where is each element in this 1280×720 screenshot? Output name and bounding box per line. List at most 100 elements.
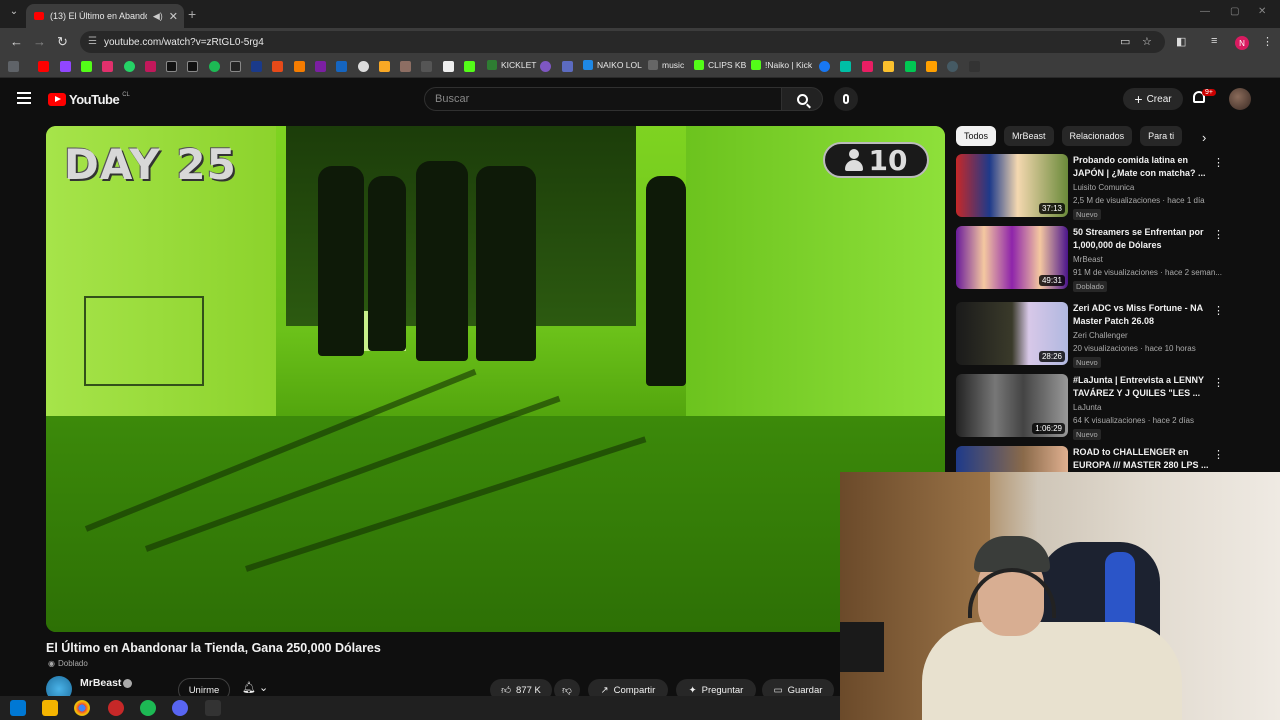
recommendation-item[interactable]: 37:13 Probando comida latina en JAPÓN | … — [956, 154, 1226, 220]
bookmark-site-icon[interactable] — [947, 61, 958, 72]
more-options-icon[interactable]: ⋮ — [1213, 376, 1224, 389]
profile-avatar[interactable]: N — [1235, 36, 1249, 50]
bookmark-steam-icon[interactable] — [230, 61, 241, 72]
recommendation-item[interactable]: 28:26 Zeri ADC vs Miss Fortune - NA Mast… — [956, 302, 1226, 368]
minimize-icon[interactable]: — — [1200, 6, 1210, 17]
search-button[interactable] — [781, 87, 823, 111]
bookmark-kick-icon[interactable] — [81, 61, 92, 72]
chip-para-ti[interactable]: Para ti — [1140, 126, 1183, 146]
youtube-logo[interactable]: YouTube CL — [48, 92, 130, 107]
recommendation-channel[interactable]: Luisito Comunica — [1073, 183, 1134, 192]
close-tab-icon[interactable]: ✕ — [169, 10, 184, 23]
bookmark-site-icon[interactable] — [443, 61, 454, 72]
apps-icon[interactable] — [8, 61, 19, 72]
bookmark-site-icon[interactable] — [379, 61, 390, 72]
recommendation-thumbnail[interactable] — [956, 446, 1068, 472]
bookmark-kicklet[interactable]: KICKLET — [487, 60, 536, 70]
account-avatar[interactable] — [1229, 88, 1251, 110]
more-options-icon[interactable]: ⋮ — [1213, 448, 1224, 461]
reload-icon[interactable]: ↻ — [57, 34, 68, 50]
more-options-icon[interactable]: ⋮ — [1213, 304, 1224, 317]
obs-icon[interactable] — [108, 700, 124, 716]
recommendation-channel[interactable]: LaJunta — [1073, 403, 1101, 412]
app-icon[interactable] — [205, 700, 221, 716]
video-player[interactable]: DAY 25 10 — [46, 126, 945, 632]
chip-todos[interactable]: Todos — [956, 126, 997, 146]
site-info-icon[interactable]: ☰ — [88, 36, 97, 47]
menu-icon[interactable] — [17, 92, 31, 104]
extensions-icon[interactable]: ◧ — [1176, 35, 1186, 48]
bookmark-spotify-icon[interactable] — [209, 61, 220, 72]
bookmark-site-icon[interactable] — [540, 61, 551, 72]
recommendation-channel[interactable]: Zeri Challenger — [1073, 331, 1128, 340]
bookmark-site-icon[interactable] — [464, 61, 475, 72]
bookmark-facebook-icon[interactable] — [819, 61, 830, 72]
channel-name[interactable]: MrBeast — [80, 677, 121, 689]
bookmark-x-icon[interactable] — [166, 61, 177, 72]
search-input[interactable]: Buscar — [424, 87, 782, 111]
bookmark-site-icon[interactable] — [421, 61, 432, 72]
bookmark-site-icon[interactable] — [883, 61, 894, 72]
maximize-icon[interactable]: ▢ — [1230, 6, 1239, 17]
bookmark-naiko-kick[interactable]: !Naiko | Kick — [751, 60, 812, 70]
recommendation-thumbnail[interactable]: 37:13 — [956, 154, 1068, 217]
recommendation-thumbnail[interactable]: 28:26 — [956, 302, 1068, 365]
recommendation-thumbnail[interactable]: 49:31 — [956, 226, 1068, 289]
bookmark-site-icon[interactable] — [562, 61, 573, 72]
bookmark-twitch-icon[interactable] — [60, 61, 71, 72]
recommendation-item[interactable]: 1:06:29 #LaJunta | Entrevista a LENNY TA… — [956, 374, 1226, 440]
chip-relacionados[interactable]: Relacionados — [1061, 126, 1133, 146]
discord-icon[interactable] — [172, 700, 188, 716]
bookmark-site-icon[interactable] — [358, 61, 369, 72]
bookmark-site-icon[interactable] — [926, 61, 937, 72]
more-options-icon[interactable]: ⋮ — [1213, 156, 1224, 169]
recommendation-title[interactable]: #LaJunta | Entrevista a LENNY TAVÁREZ Y … — [1073, 374, 1209, 400]
bookmark-site-icon[interactable] — [294, 61, 305, 72]
recommendation-item[interactable]: 49:31 50 Streamers se Enfrentan por 1,00… — [956, 226, 1226, 292]
browser-tab[interactable]: (13) El Último en Abandonar la Tienda ◀)… — [26, 4, 184, 28]
recommendation-title[interactable]: Probando comida latina en JAPÓN | ¿Mate … — [1073, 154, 1209, 180]
bookmark-site-icon[interactable] — [969, 61, 980, 72]
recommendation-thumbnail[interactable]: 1:06:29 — [956, 374, 1068, 437]
bookmark-clips-kb[interactable]: CLIPS KB — [694, 60, 746, 70]
bookmark-star-icon[interactable]: ☆ — [1142, 35, 1152, 48]
bookmark-youtube-icon[interactable] — [38, 61, 49, 72]
bookmark-music[interactable]: music — [648, 60, 684, 70]
chevron-right-icon[interactable]: › — [1202, 130, 1206, 145]
file-explorer-icon[interactable] — [42, 700, 58, 716]
close-window-icon[interactable]: ✕ — [1258, 6, 1266, 17]
chip-mrbeast[interactable]: MrBeast — [1004, 126, 1054, 146]
recommendation-title[interactable]: 50 Streamers se Enfrentan por 1,000,000 … — [1073, 226, 1209, 252]
bookmark-site-icon[interactable] — [251, 61, 262, 72]
bookmark-site-icon[interactable] — [840, 61, 851, 72]
new-tab-icon[interactable]: + — [188, 6, 196, 22]
address-bar[interactable]: ☰ youtube.com/watch?v=zRtGL0-5rg4 — [80, 31, 1165, 53]
bookmark-site-icon[interactable] — [336, 61, 347, 72]
recommendation-title[interactable]: Zeri ADC vs Miss Fortune - NA Master Pat… — [1073, 302, 1209, 328]
bookmark-naiko-lol[interactable]: NAIKO LOL — [583, 60, 642, 70]
reading-list-icon[interactable]: ≡ — [1211, 35, 1217, 47]
subscription-bell-icon[interactable]: 🔔︎ ⌄ — [242, 681, 268, 694]
recommendation-item[interactable]: ROAD to CHALLENGER en EUROPA /// MASTER … — [956, 446, 1226, 472]
bookmark-whatsapp-icon[interactable] — [124, 61, 135, 72]
forward-icon[interactable]: → — [33, 34, 46, 49]
voice-search-button[interactable] — [834, 87, 858, 111]
recommendation-title[interactable]: ROAD to CHALLENGER en EUROPA /// MASTER … — [1073, 446, 1209, 472]
browser-menu-icon[interactable]: ⋮ — [1262, 35, 1273, 48]
tab-search-icon[interactable]: ⌄ — [6, 6, 22, 22]
bookmark-tiktok-icon[interactable] — [187, 61, 198, 72]
bookmark-site-icon[interactable] — [862, 61, 873, 72]
windows-start-icon[interactable] — [10, 700, 26, 716]
create-button[interactable]: + Crear — [1123, 88, 1183, 110]
cast-icon[interactable]: ▭ — [1120, 35, 1130, 48]
bookmark-site-icon[interactable] — [400, 61, 411, 72]
bookmark-pinterest-icon[interactable] — [145, 61, 156, 72]
more-options-icon[interactable]: ⋮ — [1213, 228, 1224, 241]
chrome-icon[interactable] — [74, 700, 90, 716]
back-icon[interactable]: ← — [10, 34, 23, 49]
spotify-icon[interactable] — [140, 700, 156, 716]
bookmark-site-icon[interactable] — [905, 61, 916, 72]
bookmark-site-icon[interactable] — [315, 61, 326, 72]
bookmark-instagram-icon[interactable] — [102, 61, 113, 72]
audio-playing-icon[interactable]: ◀) — [153, 11, 163, 22]
